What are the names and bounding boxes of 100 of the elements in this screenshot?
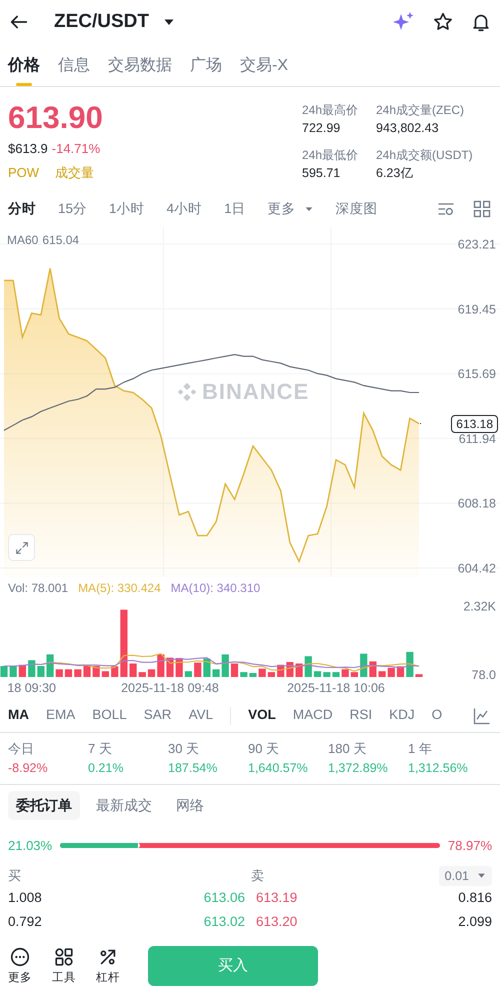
volume-bar bbox=[130, 664, 137, 677]
ma-reading: : 330.424 bbox=[110, 580, 161, 597]
order-tab[interactable]: 最新成交 bbox=[88, 791, 160, 820]
stat-value: 943,802.43 bbox=[376, 120, 440, 137]
indicator-tab[interactable]: O bbox=[432, 705, 442, 726]
stat-value: 6.23亿 bbox=[376, 165, 414, 182]
toolbar-button[interactable]: 工具 bbox=[52, 946, 76, 987]
more-icon bbox=[9, 946, 31, 968]
buy-button[interactable]: 买入 bbox=[148, 946, 318, 986]
indicator-tab[interactable]: RSI bbox=[350, 705, 372, 726]
volume-bar bbox=[332, 672, 340, 677]
interval-tab[interactable]: 深度图 bbox=[336, 198, 378, 220]
volume-bar bbox=[148, 669, 156, 677]
interval-tab[interactable]: 15分 bbox=[58, 198, 88, 220]
stat-label: 24h成交量(ZEC) bbox=[376, 102, 466, 119]
ma-reading: : 340.310 bbox=[210, 580, 260, 597]
shapes-icon bbox=[53, 946, 75, 968]
volume-bar bbox=[388, 668, 395, 677]
interval-tab[interactable]: 分时 bbox=[8, 198, 36, 220]
volume-bar bbox=[268, 672, 275, 677]
volume-bar bbox=[360, 654, 368, 677]
volume-bar bbox=[120, 610, 128, 677]
ma-name: MA60 bbox=[7, 232, 38, 249]
period-label: 今日 bbox=[8, 740, 35, 758]
indicator-tab[interactable]: MACD bbox=[292, 705, 333, 726]
volume-bar bbox=[203, 658, 210, 677]
period-change: 1,640.57% bbox=[248, 760, 309, 776]
volume-bar bbox=[184, 671, 192, 677]
pair-title[interactable]: ZEC/USDT bbox=[54, 8, 149, 36]
indicator-tab[interactable]: KDJ bbox=[389, 705, 415, 726]
order-tab[interactable]: 委托订单 bbox=[8, 791, 80, 820]
volume-bar bbox=[350, 672, 358, 677]
interval-tab[interactable]: 1日 bbox=[224, 198, 246, 220]
volume-bar bbox=[249, 673, 257, 677]
interval-tab[interactable]: 1小时 bbox=[109, 198, 145, 220]
volume-bar bbox=[18, 664, 26, 677]
volume-label: Vol: 78.001 bbox=[8, 580, 68, 597]
tab[interactable]: 价格 bbox=[8, 50, 40, 86]
indicator-tab[interactable]: AVL bbox=[188, 705, 214, 726]
grid-layout-icon[interactable] bbox=[472, 199, 492, 219]
order-tab[interactable]: 网络 bbox=[168, 791, 212, 820]
tab[interactable]: 广场 bbox=[190, 50, 222, 86]
tag-link[interactable]: 成交量 bbox=[55, 162, 94, 182]
star-icon[interactable] bbox=[432, 11, 454, 33]
period-label: 90 天 bbox=[248, 740, 280, 758]
toolbar-button[interactable]: 杠杆 bbox=[96, 946, 120, 987]
caret-icon bbox=[477, 871, 486, 880]
volume-bar bbox=[92, 666, 100, 677]
volume-bar bbox=[258, 668, 266, 677]
tag-link[interactable]: POW bbox=[8, 162, 40, 182]
volume-bar bbox=[415, 674, 423, 677]
bid-size: 1.008 bbox=[8, 889, 43, 908]
period-change: 187.54% bbox=[168, 760, 218, 776]
stat-label: 24h成交额(USDT) bbox=[376, 147, 474, 164]
volume-bar bbox=[194, 662, 202, 677]
volume-bar bbox=[74, 669, 82, 677]
volume-bar bbox=[28, 660, 36, 677]
indicator-tab[interactable]: VOL bbox=[248, 705, 276, 726]
usd-price: $613.9 bbox=[8, 140, 48, 158]
period-label: 30 天 bbox=[168, 740, 200, 758]
axis-tick-label: 623.21 bbox=[458, 238, 496, 252]
volume-bar bbox=[314, 671, 322, 677]
axis-tick-label: 608.18 bbox=[458, 496, 496, 511]
period-label: 7 天 bbox=[88, 740, 113, 758]
volume-bar bbox=[56, 669, 63, 677]
indicator-tab[interactable]: MA bbox=[8, 705, 29, 726]
volume-bar bbox=[212, 669, 220, 677]
period-change: 1,312.56% bbox=[408, 760, 469, 776]
volume-bar bbox=[138, 672, 146, 677]
period-label: 1 年 bbox=[408, 740, 433, 758]
tab[interactable]: 交易-X bbox=[240, 50, 288, 86]
ask-ratio: 78.97% bbox=[448, 837, 492, 855]
bid-ratio: 21.03% bbox=[8, 837, 52, 855]
precision-select[interactable]: 0.01 bbox=[438, 866, 492, 886]
ask-price: 613.20 bbox=[256, 913, 298, 932]
indicator-tab[interactable]: EMA bbox=[46, 705, 76, 726]
expand-icon bbox=[14, 540, 30, 556]
line-chart-icon[interactable] bbox=[472, 706, 492, 726]
volume-bar bbox=[406, 652, 414, 677]
price-change: -14.71% bbox=[52, 140, 100, 158]
expand-button[interactable] bbox=[8, 534, 35, 561]
tab[interactable]: 信息 bbox=[58, 50, 90, 86]
interval-tab[interactable]: 更多 bbox=[268, 198, 296, 220]
ma-reading: 615.04 bbox=[42, 232, 80, 249]
bid-price: 613.06 bbox=[202, 889, 245, 908]
volume-bar bbox=[230, 664, 238, 677]
period-change: -8.92% bbox=[8, 760, 49, 776]
volume-bar bbox=[64, 669, 72, 677]
volume-bar bbox=[37, 666, 44, 677]
axis-tick-label: 619.45 bbox=[458, 302, 496, 316]
indicator-tab[interactable]: BOLL bbox=[92, 705, 127, 726]
tab[interactable]: 交易数据 bbox=[108, 50, 172, 86]
volume-bar bbox=[323, 672, 330, 677]
ask-size: 2.099 bbox=[458, 913, 492, 932]
volume-bar bbox=[176, 658, 183, 677]
volume-bar bbox=[378, 671, 386, 677]
toolbar-button[interactable]: 更多 bbox=[8, 946, 32, 987]
indicator-tab[interactable]: SAR bbox=[144, 705, 172, 726]
time-axis-label: 2025-11-18 10:06 bbox=[287, 681, 385, 695]
interval-tab[interactable]: 4小时 bbox=[166, 198, 202, 220]
